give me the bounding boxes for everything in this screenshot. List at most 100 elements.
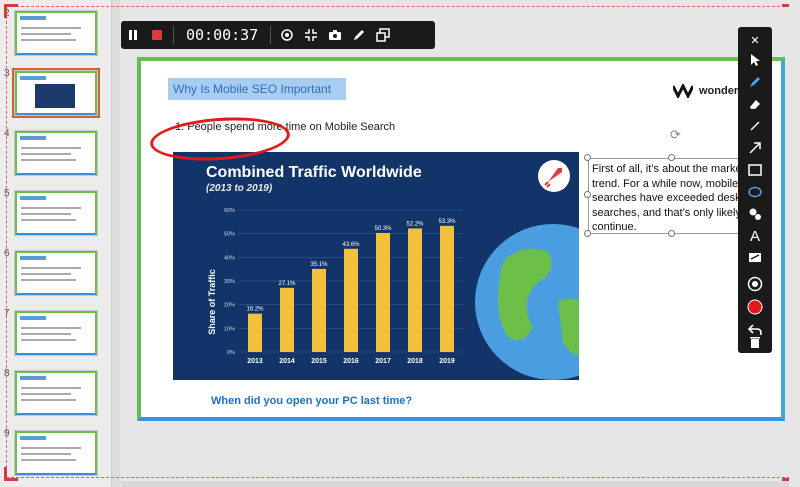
close-icon: ✕ <box>750 34 760 47</box>
clear-icon <box>750 337 760 348</box>
slide-thumbnail[interactable]: 4 <box>0 128 112 178</box>
fullscreen-button[interactable] <box>371 21 395 49</box>
slide-thumbnail-preview[interactable] <box>14 250 98 296</box>
line-tool-button[interactable] <box>738 115 772 137</box>
slide-number: 7 <box>4 308 10 319</box>
y-tick-label: 0% <box>227 350 235 356</box>
bar <box>344 248 358 352</box>
ellipse-tool-button[interactable] <box>738 181 772 203</box>
resize-handle[interactable] <box>584 230 591 237</box>
focus-button[interactable] <box>275 21 299 49</box>
bar-value-label: 50.3% <box>374 226 392 232</box>
shrink-icon <box>305 29 318 41</box>
y-tick-label: 60% <box>224 208 235 214</box>
x-tick-label: 2015 <box>311 358 327 365</box>
slide-thumbnail-preview[interactable] <box>14 430 98 476</box>
slide-thumbnails-pane: 23456789 <box>0 0 112 487</box>
frame-corner-handle[interactable] <box>4 467 18 481</box>
horizontal-scrollbar[interactable] <box>121 481 789 487</box>
color-picker-button[interactable] <box>738 296 772 318</box>
arrow-tool-button[interactable] <box>738 137 772 159</box>
slide-canvas: Why Is Mobile SEO Important wondershare … <box>137 57 785 421</box>
x-tick-label: 2017 <box>375 358 391 365</box>
text-box-content[interactable]: First of all, it’s about the marke trend… <box>592 162 756 235</box>
step-number-tool-button[interactable] <box>738 203 772 225</box>
blur-tool-button[interactable] <box>738 247 772 269</box>
camera-icon <box>329 30 342 40</box>
select-arrow-icon <box>751 54 760 66</box>
slide-thumbnail-preview[interactable] <box>12 68 100 118</box>
pause-button[interactable] <box>121 21 145 49</box>
slide-title[interactable]: Why Is Mobile SEO Important <box>168 78 346 100</box>
frame-corner-handle[interactable] <box>4 4 18 18</box>
resize-handle[interactable] <box>668 230 675 237</box>
rotate-handle-icon[interactable]: ⟳ <box>670 127 681 143</box>
slide-thumbnail[interactable]: 7 <box>0 308 112 358</box>
clear-button[interactable] <box>738 331 772 353</box>
bar <box>440 225 454 352</box>
line-icon <box>750 121 760 131</box>
bar-value-label: 35.1% <box>310 262 328 268</box>
slide-thumbnail-preview[interactable] <box>14 190 98 236</box>
slide-thumbnail[interactable]: 6 <box>0 248 112 298</box>
slide-thumbnail[interactable]: 5 <box>0 188 112 238</box>
slide-thumbnail-preview[interactable] <box>14 10 98 56</box>
slide-number: 8 <box>4 368 10 379</box>
wondershare-logo-icon <box>673 84 693 98</box>
footer-question[interactable]: When did you open your PC last time? <box>211 395 412 407</box>
x-tick-label: 2019 <box>439 358 455 365</box>
slide-thumbnail[interactable]: 3 <box>0 68 112 118</box>
screenshot-button[interactable] <box>323 21 347 49</box>
traffic-infographic[interactable]: Combined Traffic Worldwide (2013 to 2019… <box>173 152 579 380</box>
resize-handle[interactable] <box>668 154 675 161</box>
pen-icon <box>354 30 365 40</box>
fullscreen-icon <box>376 28 390 42</box>
vertical-scrollbar[interactable] <box>789 0 800 487</box>
slide-thumbnail-preview[interactable] <box>14 370 98 416</box>
bar <box>312 268 326 352</box>
x-tick-label: 2013 <box>247 358 263 365</box>
rectangle-tool-button[interactable] <box>738 159 772 181</box>
y-tick-label: 30% <box>224 279 235 285</box>
text-box[interactable]: First of all, it’s about the marke trend… <box>588 158 756 234</box>
slide-thumbnail-preview[interactable] <box>14 310 98 356</box>
bar <box>376 232 390 352</box>
y-tick-label: 40% <box>224 255 235 261</box>
y-tick-label: 20% <box>224 303 235 309</box>
bar-value-label: 27.1% <box>278 281 296 287</box>
bar-chart: Share of Traffic 0% 10% 20% 30% 40% 50% 60% 16.2… <box>207 208 579 380</box>
slide-thumbnail-preview[interactable] <box>14 130 98 176</box>
x-tick-label: 2018 <box>407 358 423 365</box>
bar <box>408 228 422 352</box>
draw-button[interactable] <box>347 21 371 49</box>
y-axis-label: Share of Traffic <box>207 269 217 335</box>
resize-handle[interactable] <box>584 191 591 198</box>
bar <box>280 287 294 352</box>
slide-number: 6 <box>4 248 10 259</box>
stop-button[interactable] <box>145 21 169 49</box>
stroke-size-button[interactable] <box>738 273 772 295</box>
select-tool-button[interactable] <box>738 49 772 71</box>
bar <box>248 313 262 352</box>
x-tick-label: 2016 <box>343 358 359 365</box>
resize-handle[interactable] <box>584 154 591 161</box>
bar-value-label: 16.2% <box>246 307 264 313</box>
rectangle-icon <box>748 164 762 176</box>
y-tick-label: 10% <box>224 326 235 332</box>
bar-value-label: 43.6% <box>342 242 360 248</box>
shrink-button[interactable] <box>299 21 323 49</box>
toolbar-divider <box>173 26 174 44</box>
blur-icon <box>749 253 761 262</box>
pause-icon <box>129 30 137 40</box>
marker-tool-button[interactable] <box>738 71 772 93</box>
toolbar-divider <box>270 26 272 44</box>
slide-thumbnail[interactable]: 8 <box>0 368 112 418</box>
close-annotation-button[interactable]: ✕ <box>738 29 772 51</box>
text-tool-button[interactable]: A <box>738 225 772 247</box>
step-number-icon <box>749 208 761 220</box>
bar-value-label: 52.2% <box>406 221 424 227</box>
thumbnails-scrollbar[interactable] <box>112 0 120 487</box>
text-icon: A <box>749 227 760 245</box>
eraser-tool-button[interactable] <box>738 93 772 115</box>
slide-number: 9 <box>4 428 10 439</box>
